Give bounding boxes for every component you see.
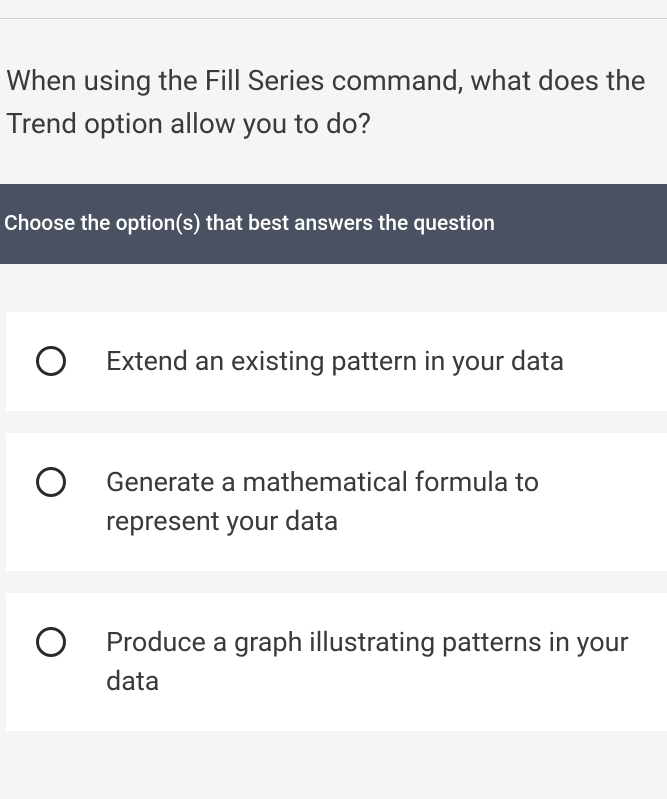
option-label: Extend an existing pattern in your data: [106, 342, 564, 381]
radio-icon: [36, 627, 66, 657]
instruction-bar: Choose the option(s) that best answers t…: [0, 184, 667, 264]
option-2[interactable]: Generate a mathematical formula to repre…: [6, 433, 667, 571]
radio-icon: [36, 467, 66, 497]
option-3[interactable]: Produce a graph illustrating patterns in…: [6, 593, 667, 731]
option-1[interactable]: Extend an existing pattern in your data: [6, 312, 667, 411]
option-label: Generate a mathematical formula to repre…: [106, 463, 647, 541]
radio-icon: [36, 346, 66, 376]
question-text: When using the Fill Series command, what…: [0, 19, 667, 184]
options-container: Extend an existing pattern in your data …: [0, 264, 667, 732]
option-label: Produce a graph illustrating patterns in…: [106, 623, 647, 701]
